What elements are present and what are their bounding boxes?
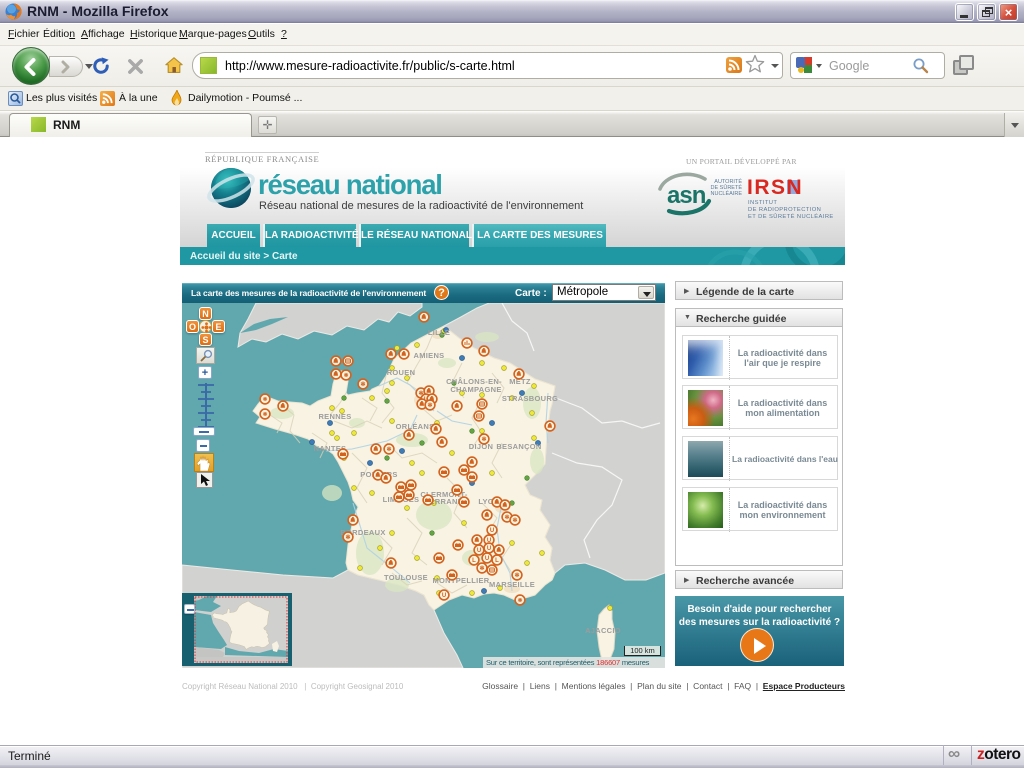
- svg-text:L: L: [472, 558, 476, 564]
- svg-text:U: U: [442, 593, 446, 599]
- svg-text:✻: ✻: [504, 514, 509, 521]
- svg-text:TOULOUSE: TOULOUSE: [384, 573, 428, 582]
- svg-text:✻: ✻: [386, 446, 391, 453]
- svg-text:✻: ✻: [427, 402, 432, 409]
- svg-text:✻: ✻: [360, 381, 365, 388]
- svg-text:❉: ❉: [263, 396, 268, 403]
- svg-text:✻: ✻: [481, 436, 486, 443]
- svg-text:AJACCIO: AJACCIO: [585, 626, 621, 635]
- svg-text:STRASBOURG: STRASBOURG: [502, 394, 558, 403]
- svg-text:❉: ❉: [344, 372, 349, 379]
- svg-text:U: U: [485, 556, 489, 562]
- svg-text:✻: ✻: [479, 565, 484, 572]
- svg-text:U: U: [477, 548, 481, 554]
- svg-text:✻: ✻: [345, 534, 350, 541]
- svg-text:❉: ❉: [263, 411, 268, 418]
- svg-text:MARSEILLE: MARSEILLE: [489, 580, 535, 589]
- svg-text:LILLE: LILLE: [428, 328, 450, 337]
- svg-text:RENNES: RENNES: [318, 412, 351, 421]
- svg-text:✻: ✻: [514, 572, 519, 579]
- svg-text:❉: ❉: [518, 597, 523, 604]
- svg-text:MONTPELLIER: MONTPELLIER: [432, 576, 489, 585]
- svg-text:AMIENS: AMIENS: [414, 351, 445, 360]
- svg-text:BESANÇON: BESANÇON: [496, 442, 541, 451]
- svg-text:CHAMPAGNE: CHAMPAGNE: [450, 385, 501, 394]
- svg-text:L: L: [495, 558, 499, 564]
- svg-text:✻: ✻: [512, 517, 517, 524]
- svg-text:ROUEN: ROUEN: [387, 368, 416, 377]
- svg-text:U: U: [490, 528, 494, 534]
- svg-text:ORLÉANS: ORLÉANS: [396, 422, 435, 431]
- svg-text:U: U: [487, 546, 491, 552]
